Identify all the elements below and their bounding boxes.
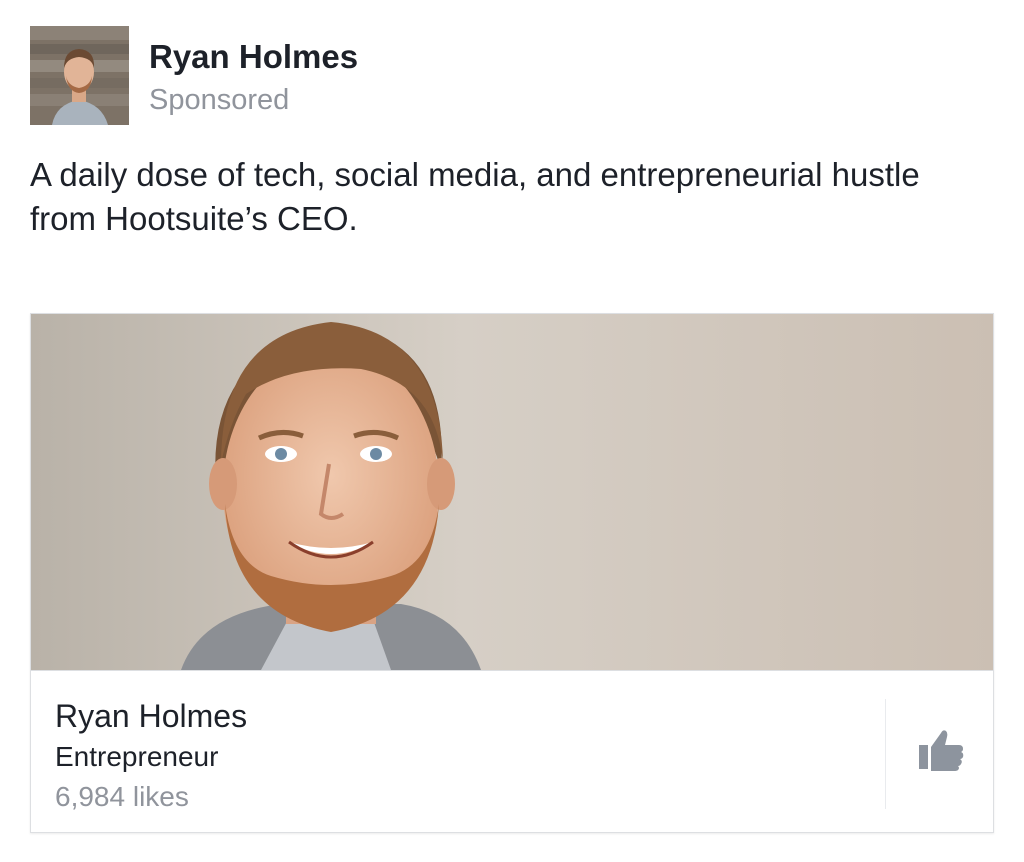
page-likes-count: 6,984 likes [55, 781, 189, 812]
post-header: Ryan Holmes Sponsored [30, 26, 358, 126]
cover-photo[interactable] [31, 314, 993, 670]
post-text: A daily dose of tech, social media, and … [30, 156, 920, 237]
author-avatar[interactable] [30, 26, 129, 125]
author-name-link[interactable]: Ryan Holmes [149, 38, 358, 76]
card-info: Ryan Holmes Entrepreneur 6,984 likes [55, 697, 247, 817]
page-name-link[interactable]: Ryan Holmes [55, 697, 247, 735]
vertical-divider [885, 699, 886, 809]
like-page-button[interactable] [909, 719, 973, 783]
sponsored-label: Sponsored [149, 84, 290, 116]
sponsored-post: Ryan Holmes Sponsored A daily dose of te… [0, 0, 1024, 862]
page-category: Entrepreneur [55, 741, 219, 772]
thumbs-up-icon [917, 725, 965, 778]
page-card[interactable]: Ryan Holmes Entrepreneur 6,984 likes [30, 313, 994, 833]
card-footer: Ryan Holmes Entrepreneur 6,984 likes [31, 670, 993, 832]
header-text: Ryan Holmes Sponsored [149, 26, 358, 120]
